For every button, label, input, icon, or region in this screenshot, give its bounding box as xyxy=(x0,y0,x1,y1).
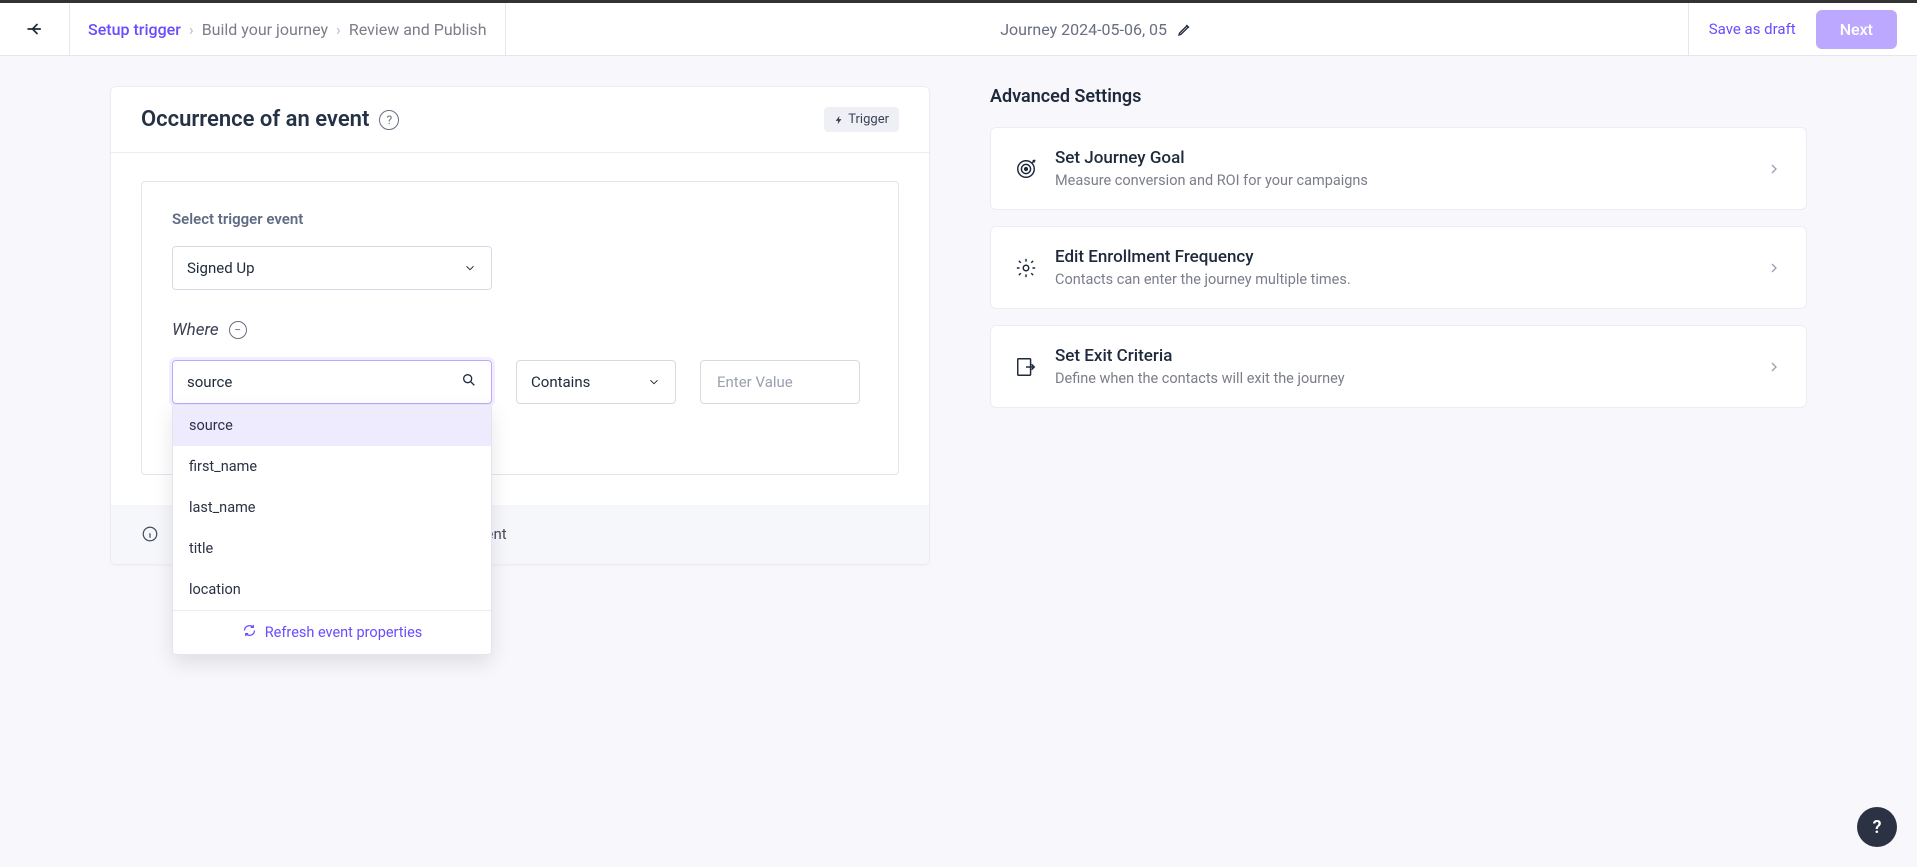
chevron-right-icon: › xyxy=(189,20,194,39)
select-trigger-label: Select trigger event xyxy=(172,210,868,228)
top-actions: Save as draft Next xyxy=(1689,10,1917,49)
dropdown-option-location[interactable]: location xyxy=(173,569,491,610)
chevron-right-icon: › xyxy=(336,20,341,39)
arrow-left-icon xyxy=(25,19,45,39)
setting-title: Edit Enrollment Frequency xyxy=(1055,247,1748,267)
remove-condition-icon[interactable]: − xyxy=(229,321,247,339)
search-icon xyxy=(461,372,477,392)
edit-icon[interactable] xyxy=(1177,21,1193,37)
dropdown-option-first-name[interactable]: first_name xyxy=(173,446,491,487)
next-button[interactable]: Next xyxy=(1816,10,1897,49)
top-bar: Setup trigger › Build your journey › Rev… xyxy=(0,0,1917,56)
refresh-properties-button[interactable]: Refresh event properties xyxy=(173,610,491,654)
setting-journey-goal[interactable]: Set Journey Goal Measure conversion and … xyxy=(990,127,1807,210)
save-draft-button[interactable]: Save as draft xyxy=(1709,20,1796,38)
setting-desc: Contacts can enter the journey multiple … xyxy=(1055,271,1748,288)
setting-title: Set Exit Criteria xyxy=(1055,346,1748,366)
property-search-field[interactable] xyxy=(187,373,461,391)
advanced-settings-sidebar: Advanced Settings Set Journey Goal Measu… xyxy=(990,86,1807,565)
dropdown-option-source[interactable]: source xyxy=(173,405,491,446)
journey-title-area: Journey 2024-05-06, 05 xyxy=(506,3,1688,55)
back-button[interactable] xyxy=(0,3,70,55)
trigger-config-card: Occurrence of an event ? Trigger Select … xyxy=(110,86,930,565)
breadcrumb-setup-trigger[interactable]: Setup trigger xyxy=(88,20,181,39)
lightning-icon xyxy=(834,114,844,126)
chevron-right-icon xyxy=(1766,359,1782,375)
chevron-right-icon xyxy=(1766,260,1782,276)
setting-desc: Measure conversion and ROI for your camp… xyxy=(1055,172,1748,189)
target-icon xyxy=(1015,158,1037,180)
setting-title: Set Journey Goal xyxy=(1055,148,1748,168)
breadcrumbs: Setup trigger › Build your journey › Rev… xyxy=(70,3,506,55)
dropdown-option-title[interactable]: title xyxy=(173,528,491,569)
dropdown-option-last-name[interactable]: last_name xyxy=(173,487,491,528)
card-title: Occurrence of an event xyxy=(141,107,369,132)
chevron-right-icon xyxy=(1766,161,1782,177)
trigger-badge: Trigger xyxy=(824,107,899,132)
operator-select[interactable]: Contains xyxy=(516,360,676,404)
selected-event: Signed Up xyxy=(187,259,255,277)
property-dropdown: source first_name last_name title locati… xyxy=(172,404,492,655)
setting-enrollment-frequency[interactable]: Edit Enrollment Frequency Contacts can e… xyxy=(990,226,1807,309)
chevron-down-icon xyxy=(463,261,477,275)
property-search-input[interactable] xyxy=(172,360,492,404)
where-label: Where xyxy=(172,320,219,340)
journey-name: Journey 2024-05-06, 05 xyxy=(1000,20,1167,39)
advanced-settings-title: Advanced Settings xyxy=(990,86,1807,107)
gear-icon xyxy=(1015,257,1037,279)
config-box: Select trigger event Signed Up Where − xyxy=(141,181,899,475)
refresh-icon xyxy=(242,623,257,642)
exit-icon xyxy=(1015,356,1037,378)
breadcrumb-build-journey[interactable]: Build your journey xyxy=(202,20,328,39)
setting-exit-criteria[interactable]: Set Exit Criteria Define when the contac… xyxy=(990,325,1807,408)
operator-value: Contains xyxy=(531,373,590,391)
help-fab[interactable]: ? xyxy=(1857,807,1897,847)
help-icon[interactable]: ? xyxy=(379,110,399,130)
breadcrumb-review-publish[interactable]: Review and Publish xyxy=(349,20,487,39)
info-icon xyxy=(141,525,159,543)
value-input[interactable] xyxy=(700,360,860,404)
chevron-down-icon xyxy=(647,375,661,389)
card-header: Occurrence of an event ? Trigger xyxy=(111,87,929,153)
setting-desc: Define when the contacts will exit the j… xyxy=(1055,370,1748,387)
trigger-event-select[interactable]: Signed Up xyxy=(172,246,492,290)
